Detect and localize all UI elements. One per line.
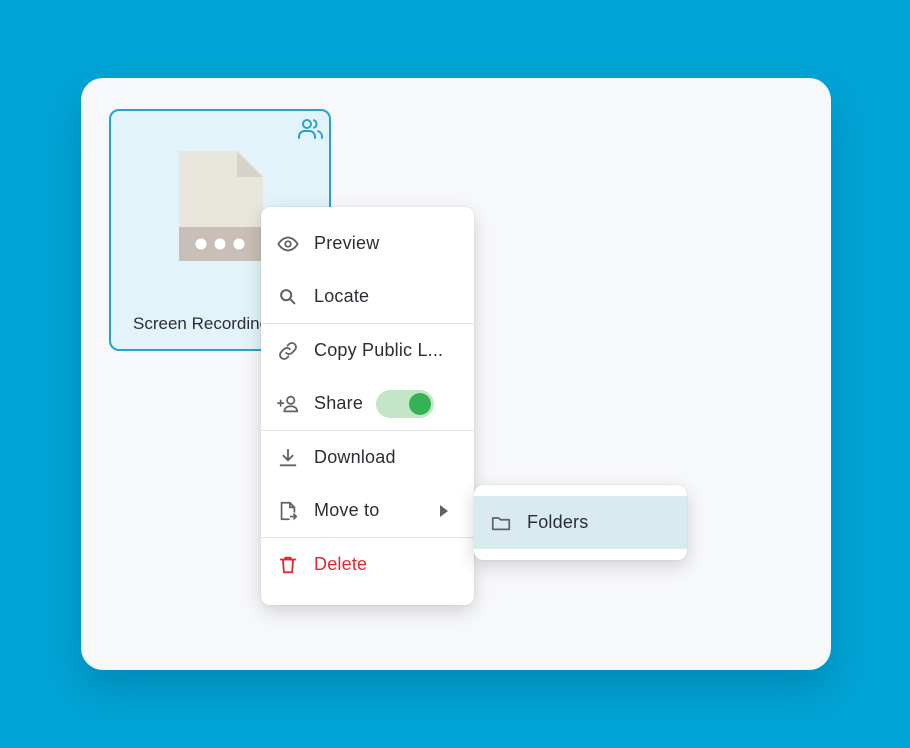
link-icon [277, 340, 299, 362]
menu-item-label: Move to [314, 500, 380, 520]
menu-item-delete[interactable]: Delete [261, 538, 474, 591]
download-icon [277, 447, 299, 469]
share-toggle[interactable] [376, 389, 435, 418]
menu-item-share[interactable]: Share [261, 377, 474, 430]
menu-item-label: Copy Public L... [314, 340, 444, 360]
folder-icon [490, 512, 512, 534]
eye-icon [277, 233, 299, 255]
file-name: Screen Recording [133, 314, 270, 333]
menu-item-move-to[interactable]: Move to [261, 484, 474, 537]
add-user-icon [277, 393, 299, 415]
search-icon [277, 286, 299, 308]
menu-item-locate[interactable]: Locate [261, 270, 474, 323]
menu-item-copy-public-link[interactable]: Copy Public L... [261, 324, 474, 377]
trash-icon [277, 554, 299, 576]
toggle-knob [409, 392, 432, 415]
file-icon [179, 151, 263, 261]
menu-item-download[interactable]: Download [261, 431, 474, 484]
submenu-item-label: Folders [527, 512, 589, 532]
move-file-icon [277, 500, 299, 522]
menu-item-label: Share [314, 393, 364, 413]
menu-item-label: Download [314, 447, 396, 467]
submenu-item-folders[interactable]: Folders [474, 496, 687, 549]
context-menu: Preview Locate Copy Public L... Share Do… [261, 207, 474, 605]
move-to-submenu: Folders [474, 485, 687, 560]
menu-item-label: Locate [314, 286, 370, 306]
menu-item-preview[interactable]: Preview [261, 217, 474, 270]
chevron-right-icon [440, 504, 448, 517]
menu-item-label: Preview [314, 233, 380, 253]
menu-item-label: Delete [314, 554, 368, 574]
shared-users-icon [297, 117, 325, 141]
